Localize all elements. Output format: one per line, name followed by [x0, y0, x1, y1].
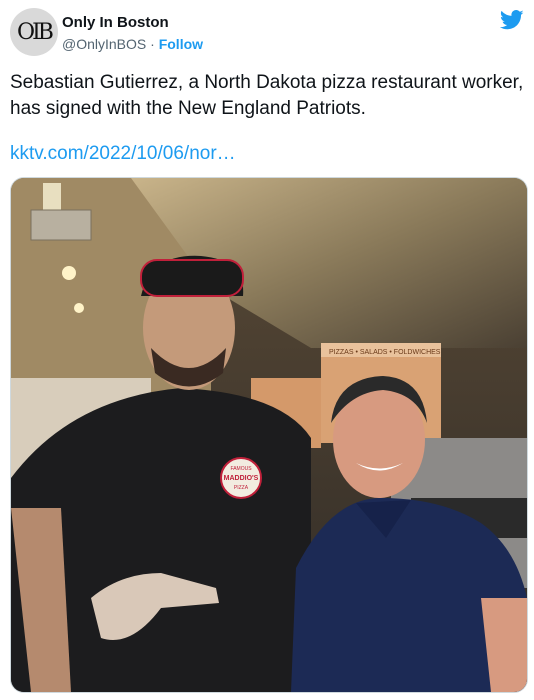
handle[interactable]: @OnlyInBOS [62, 36, 146, 52]
tweet-text: Sebastian Gutierrez, a North Dakota pizz… [10, 72, 524, 119]
tweet-photo[interactable]: PIZZAS • SALADS • FOLDWICHES FAMOUS MADD… [10, 177, 528, 693]
box-label: PIZZAS • SALADS • FOLDWICHES [329, 349, 441, 356]
tweet-header: OIB Only In Boston @OnlyInBOS · Follow [10, 8, 524, 56]
article-link[interactable]: kktv.com/2022/10/06/nor… [10, 143, 236, 165]
display-name[interactable]: Only In Boston [62, 14, 169, 31]
handle-row: @OnlyInBOS · Follow [62, 36, 203, 52]
shirt-logo-top: FAMOUS [230, 466, 252, 472]
twitter-bird-icon[interactable] [500, 10, 524, 30]
avatar-monogram: OIB [17, 19, 54, 45]
shirt-logo-bottom: PIZZA [234, 485, 249, 491]
follow-button[interactable]: Follow [159, 36, 203, 52]
avatar[interactable]: OIB [10, 8, 58, 56]
shirt-logo-main: MADDIO'S [224, 475, 259, 482]
separator: · [150, 36, 155, 52]
photo-illustration: PIZZAS • SALADS • FOLDWICHES FAMOUS MADD… [11, 178, 527, 692]
